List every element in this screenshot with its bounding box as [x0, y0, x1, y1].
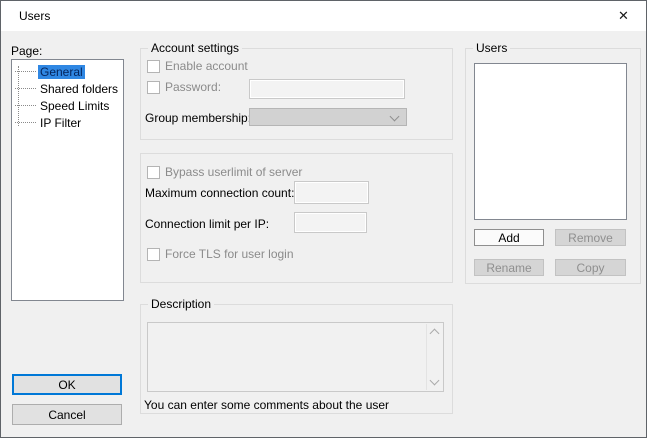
tree-item-speed-limits[interactable]: Speed Limits [12, 97, 123, 114]
account-settings-group: Account settings Enable account Password… [140, 41, 453, 140]
enable-account-label: Enable account [165, 59, 248, 73]
force-tls-checkbox[interactable] [147, 247, 160, 261]
remove-user-button[interactable]: Remove [555, 229, 626, 246]
close-icon[interactable]: ✕ [601, 1, 646, 31]
password-row: Password: [147, 80, 221, 94]
page-label: Page: [11, 44, 43, 58]
scroll-down-icon[interactable] [429, 375, 440, 386]
description-group: Description You can enter some comments … [140, 297, 453, 414]
account-settings-title: Account settings [148, 41, 243, 55]
scroll-up-icon[interactable] [429, 328, 440, 339]
conn-per-ip-label: Connection limit per IP: [145, 217, 270, 231]
group-membership-label: Group membership: [145, 111, 252, 125]
ok-button[interactable]: OK [12, 374, 122, 395]
cancel-button[interactable]: Cancel [12, 404, 122, 425]
description-scrollbar[interactable] [426, 324, 442, 390]
page-tree: General Shared folders Speed Limits IP F… [11, 59, 124, 301]
password-label: Password: [165, 80, 222, 94]
description-title: Description [148, 297, 215, 311]
force-tls-label: Force TLS for user login [165, 247, 294, 261]
description-textarea[interactable] [147, 322, 444, 392]
add-user-button[interactable]: Add [474, 229, 544, 246]
group-membership-dropdown[interactable] [249, 108, 407, 126]
rename-user-button[interactable]: Rename [474, 259, 544, 276]
password-checkbox[interactable] [147, 80, 160, 94]
bypass-userlimit-row: Bypass userlimit of server [147, 165, 302, 179]
force-tls-row: Force TLS for user login [147, 247, 294, 261]
tree-branch-icon [15, 71, 36, 72]
users-title: Users [473, 41, 511, 55]
tree-item-shared-folders[interactable]: Shared folders [12, 80, 123, 97]
tree-branch-icon [15, 122, 36, 123]
chevron-down-icon [389, 111, 400, 122]
enable-account-checkbox[interactable] [147, 59, 160, 73]
copy-user-button[interactable]: Copy [555, 259, 626, 276]
users-listbox[interactable] [474, 63, 627, 220]
description-hint: You can enter some comments about the us… [144, 398, 390, 412]
users-group: Users Add Remove Rename Copy [465, 41, 641, 284]
tree-item-general[interactable]: General [12, 63, 123, 80]
password-field[interactable] [249, 79, 405, 99]
tree-branch-icon [15, 105, 36, 106]
bypass-userlimit-checkbox[interactable] [147, 165, 160, 179]
window-title: Users [19, 9, 51, 23]
bypass-userlimit-label: Bypass userlimit of server [165, 165, 303, 179]
conn-per-ip-field[interactable] [294, 212, 367, 233]
titlebar: Users ✕ [1, 1, 646, 31]
enable-account-row: Enable account [147, 59, 248, 73]
max-connection-field[interactable] [294, 181, 369, 204]
limits-group: Bypass userlimit of server Maximum conne… [140, 153, 453, 283]
max-connection-label: Maximum connection count: [145, 186, 295, 200]
tree-item-ip-filter[interactable]: IP Filter [12, 114, 123, 131]
tree-branch-icon [15, 88, 36, 89]
users-dialog: Users ✕ Page: General Shared folders Spe… [0, 0, 647, 438]
